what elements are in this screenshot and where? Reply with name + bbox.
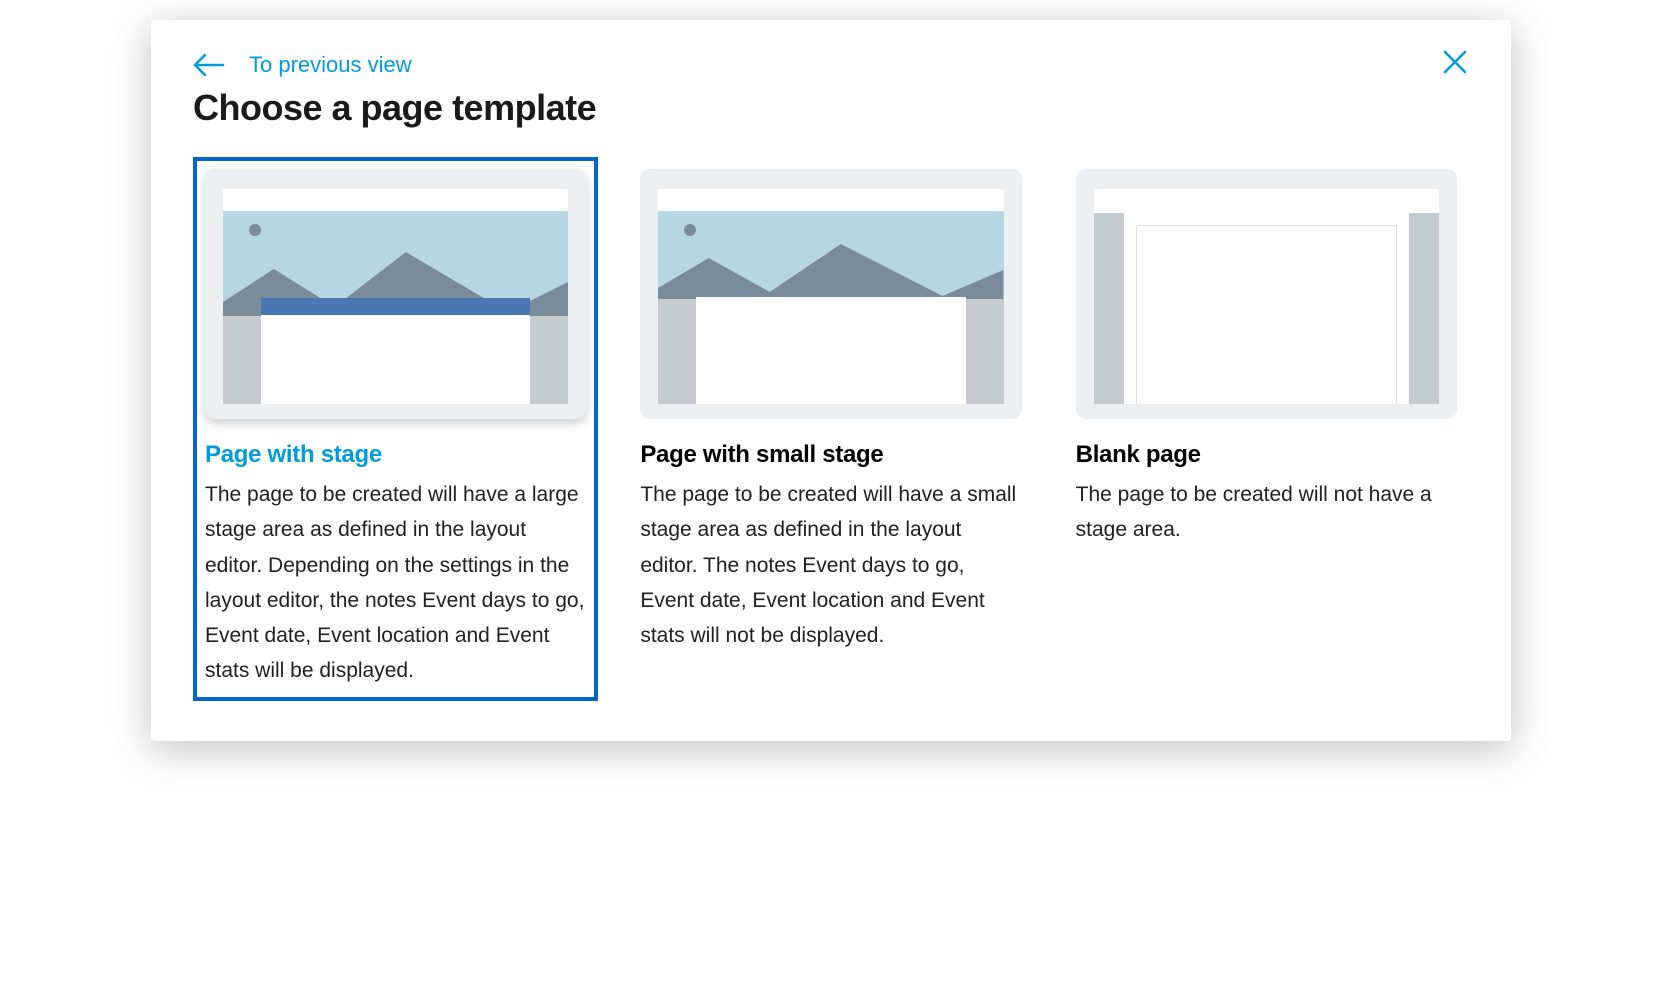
modal-header: To previous view <box>193 48 1469 81</box>
template-card-page-with-stage[interactable]: Page with stage The page to be created w… <box>193 157 598 701</box>
template-picker-modal: To previous view Choose a page template <box>151 20 1511 741</box>
template-title: Page with small stage <box>640 441 1021 469</box>
page-title: Choose a page template <box>193 87 1469 129</box>
template-description: The page to be created will have a small… <box>640 477 1021 653</box>
back-button[interactable]: To previous view <box>193 52 412 78</box>
template-card-page-with-small-stage[interactable]: Page with small stage The page to be cre… <box>628 157 1033 701</box>
template-card-blank-page[interactable]: Blank page The page to be created will n… <box>1064 157 1469 701</box>
arrow-left-icon <box>193 53 225 77</box>
template-description: The page to be created will have a large… <box>205 477 586 689</box>
template-thumbnail <box>640 169 1021 419</box>
template-title: Page with stage <box>205 441 586 469</box>
back-label: To previous view <box>249 52 412 78</box>
close-button[interactable] <box>1441 48 1469 81</box>
template-description: The page to be created will not have a s… <box>1076 477 1457 548</box>
template-title: Blank page <box>1076 441 1457 469</box>
template-thumbnail <box>205 169 586 419</box>
templates-grid: Page with stage The page to be created w… <box>193 157 1469 701</box>
close-icon <box>1441 48 1469 81</box>
template-thumbnail <box>1076 169 1457 419</box>
